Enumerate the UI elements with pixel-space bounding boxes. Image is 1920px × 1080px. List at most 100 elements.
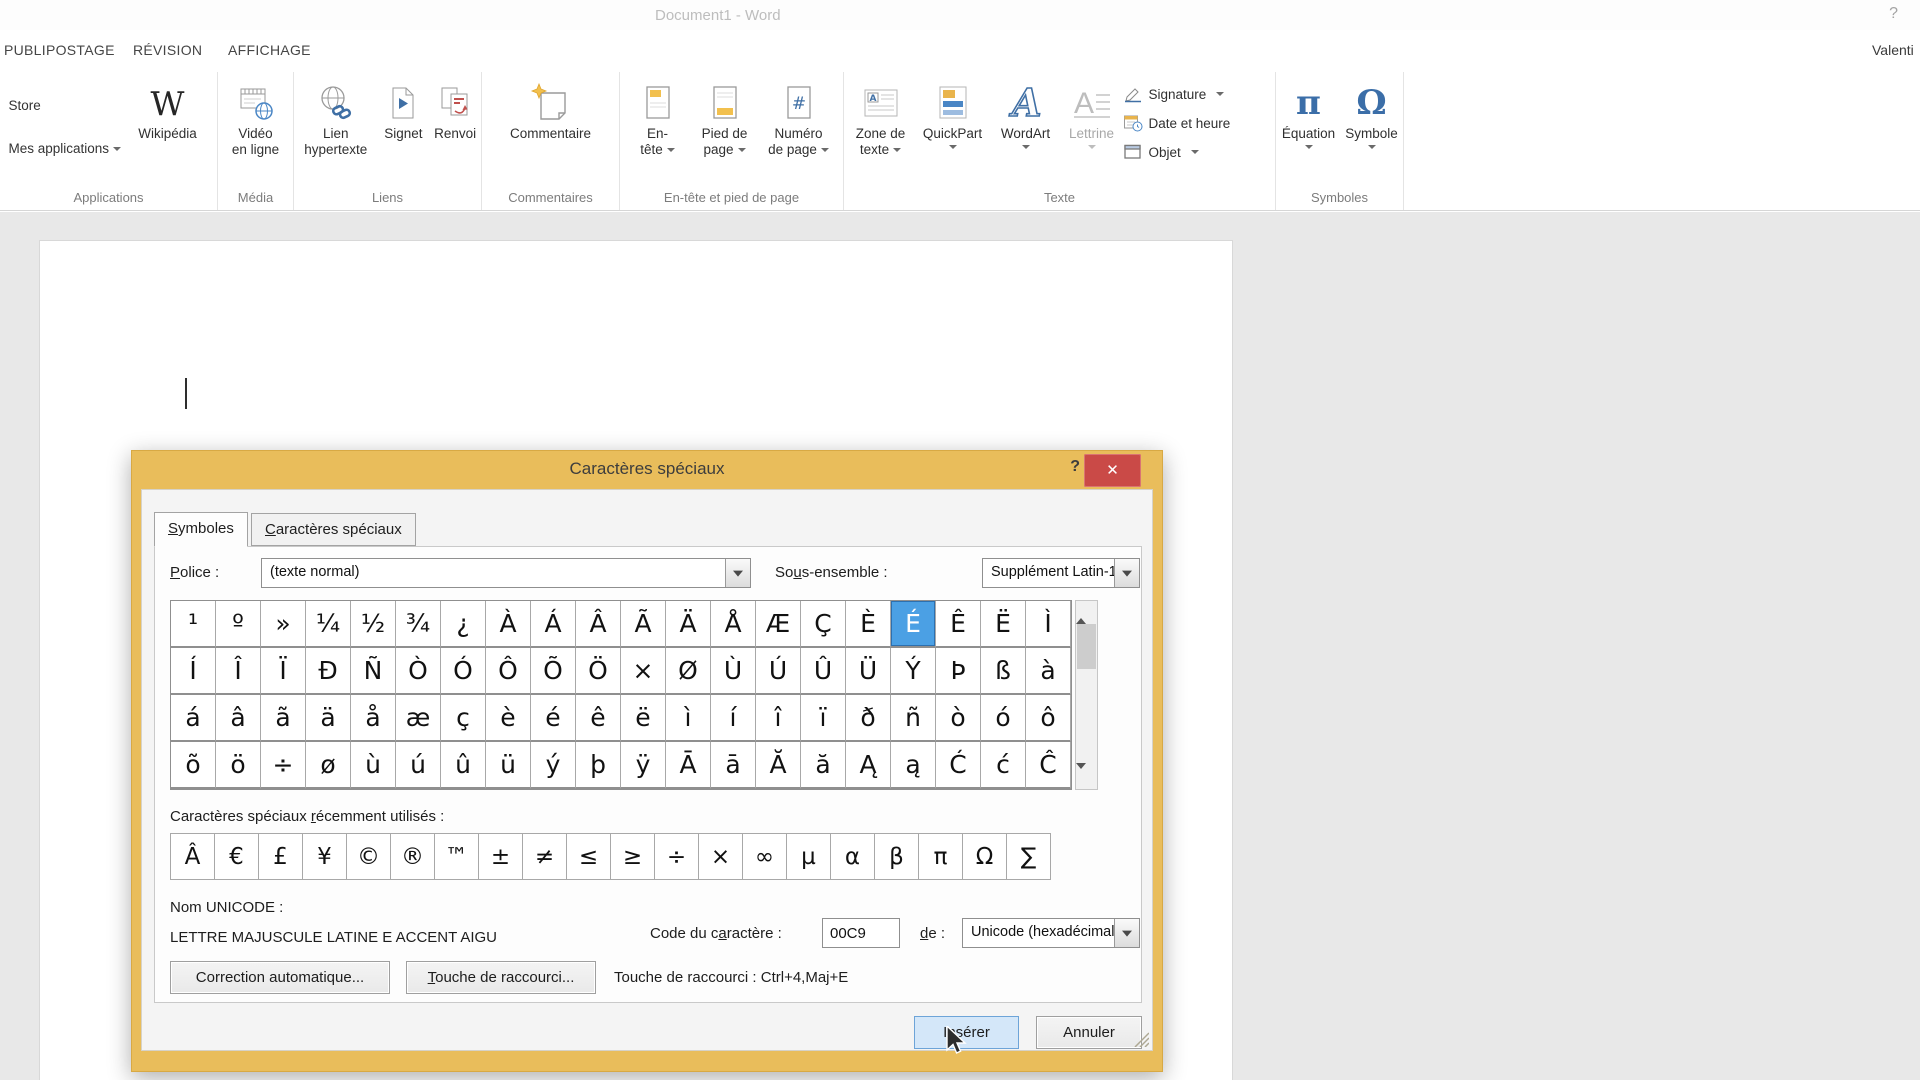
symbol-cell[interactable]: Ö: [576, 648, 621, 695]
recent-symbol-cell[interactable]: ×: [698, 833, 743, 880]
combo-arrow-icon[interactable]: [1114, 919, 1139, 947]
symbol-cell[interactable]: è: [486, 695, 531, 742]
symbol-cell[interactable]: ×: [621, 648, 666, 695]
recent-symbol-cell[interactable]: α: [830, 833, 875, 880]
resize-grip[interactable]: [1131, 1029, 1149, 1047]
symbol-cell[interactable]: »: [261, 601, 306, 648]
symbol-button[interactable]: Ω Symbole: [1341, 78, 1403, 149]
symbol-cell[interactable]: Ð: [306, 648, 351, 695]
recent-symbol-cell[interactable]: ≠: [522, 833, 567, 880]
symbol-cell[interactable]: ß: [981, 648, 1026, 695]
recent-symbol-cell[interactable]: ©: [346, 833, 391, 880]
symbol-cell[interactable]: ï: [801, 695, 846, 742]
symbol-cell[interactable]: í: [711, 695, 756, 742]
symbol-cell[interactable]: ½: [351, 601, 396, 648]
symbol-cell[interactable]: ¿: [441, 601, 486, 648]
symbol-cell[interactable]: õ: [171, 742, 216, 789]
symbol-cell[interactable]: Ë: [981, 601, 1026, 648]
symbol-cell[interactable]: ă: [801, 742, 846, 789]
symbol-cell[interactable]: Ú: [756, 648, 801, 695]
recent-symbol-cell[interactable]: ≤: [566, 833, 611, 880]
symbol-cell[interactable]: Ĉ: [1026, 742, 1071, 789]
tab-revision[interactable]: RÉVISION: [133, 42, 202, 58]
cancel-button[interactable]: Annuler: [1036, 1016, 1142, 1049]
symbol-cell[interactable]: ù: [351, 742, 396, 789]
bookmark-button[interactable]: Signet: [378, 78, 430, 142]
symbol-cell[interactable]: É: [891, 601, 936, 648]
signature-button[interactable]: Signature: [1123, 82, 1273, 106]
symbol-cell[interactable]: ÷: [261, 742, 306, 789]
symbol-cell[interactable]: å: [351, 695, 396, 742]
symbol-cell[interactable]: ø: [306, 742, 351, 789]
symbol-cell[interactable]: Ă: [756, 742, 801, 789]
recent-symbol-cell[interactable]: ¥: [302, 833, 347, 880]
symbol-cell[interactable]: ą: [891, 742, 936, 789]
text-box-button[interactable]: A Zone de texte: [847, 78, 915, 158]
recent-symbol-cell[interactable]: £: [258, 833, 303, 880]
wikipedia-button[interactable]: W Wikipédia: [123, 78, 213, 142]
drop-cap-button[interactable]: A Lettrine: [1061, 78, 1123, 149]
wordart-button[interactable]: A WordArt: [991, 78, 1061, 149]
scrollbar-thumb[interactable]: [1077, 624, 1096, 669]
symbol-cell[interactable]: Ý: [891, 648, 936, 695]
symbol-cell[interactable]: Ã: [621, 601, 666, 648]
symbol-cell[interactable]: ¾: [396, 601, 441, 648]
dialog-help-icon[interactable]: ?: [1070, 458, 1080, 476]
symbol-cell[interactable]: Ä: [666, 601, 711, 648]
symbol-cell[interactable]: Á: [531, 601, 576, 648]
symbol-cell[interactable]: ê: [576, 695, 621, 742]
symbol-cell[interactable]: ć: [981, 742, 1026, 789]
symbol-cell[interactable]: Ù: [711, 648, 756, 695]
subset-combobox[interactable]: Supplément Latin-1: [982, 558, 1140, 588]
symbol-cell[interactable]: ó: [981, 695, 1026, 742]
symbol-cell[interactable]: â: [216, 695, 261, 742]
symbol-cell[interactable]: Ć: [936, 742, 981, 789]
recent-symbol-cell[interactable]: π: [918, 833, 963, 880]
scroll-up-icon[interactable]: [1076, 601, 1097, 624]
recent-symbol-cell[interactable]: ÷: [654, 833, 699, 880]
object-button[interactable]: Objet: [1123, 140, 1273, 164]
symbol-cell[interactable]: ò: [936, 695, 981, 742]
symbol-cell[interactable]: Ü: [846, 648, 891, 695]
header-button[interactable]: En- tête: [627, 78, 689, 158]
recent-symbol-cell[interactable]: ™: [434, 833, 479, 880]
recent-symbol-cell[interactable]: ±: [478, 833, 523, 880]
equation-button[interactable]: π Équation: [1277, 78, 1341, 149]
symbol-cell[interactable]: Ò: [396, 648, 441, 695]
symbol-cell[interactable]: º: [216, 601, 261, 648]
symbol-cell[interactable]: î: [756, 695, 801, 742]
symbol-cell[interactable]: ð: [846, 695, 891, 742]
symbol-cell[interactable]: Ô: [486, 648, 531, 695]
symbol-cell[interactable]: ÿ: [621, 742, 666, 789]
symbol-cell[interactable]: é: [531, 695, 576, 742]
recent-symbol-cell[interactable]: ∑: [1006, 833, 1051, 880]
autocorrect-button[interactable]: Correction automatique...: [170, 961, 390, 994]
symbol-cell[interactable]: ö: [216, 742, 261, 789]
mes-applications-button[interactable]: Mes applications: [9, 141, 123, 156]
tab-publipostage[interactable]: PUBLIPOSTAGE: [4, 42, 115, 58]
cross-reference-button[interactable]: Renvoi: [429, 78, 481, 142]
recent-symbol-cell[interactable]: ≥: [610, 833, 655, 880]
symbol-cell[interactable]: û: [441, 742, 486, 789]
shortcut-key-button[interactable]: Touche de raccourci...: [406, 961, 596, 994]
symbol-cell[interactable]: þ: [576, 742, 621, 789]
symbol-cell[interactable]: Ā: [666, 742, 711, 789]
symbol-cell[interactable]: ¼: [306, 601, 351, 648]
font-combobox[interactable]: (texte normal): [261, 558, 751, 588]
symbol-cell[interactable]: Í: [171, 648, 216, 695]
symbol-cell[interactable]: ñ: [891, 695, 936, 742]
recent-symbol-cell[interactable]: Ω: [962, 833, 1007, 880]
online-video-button[interactable]: Vidéo en ligne: [220, 78, 292, 158]
recent-symbol-cell[interactable]: µ: [786, 833, 831, 880]
dialog-tab-symboles[interactable]: Symboles: [154, 512, 248, 547]
help-icon[interactable]: ?: [1889, 5, 1898, 23]
symbol-cell[interactable]: ú: [396, 742, 441, 789]
symbol-cell[interactable]: Â: [576, 601, 621, 648]
symbol-cell[interactable]: ç: [441, 695, 486, 742]
symbol-cell[interactable]: Ą: [846, 742, 891, 789]
symbol-cell[interactable]: Ñ: [351, 648, 396, 695]
character-code-input[interactable]: [822, 918, 900, 948]
combo-arrow-icon[interactable]: [725, 559, 750, 587]
recent-symbol-cell[interactable]: €: [214, 833, 259, 880]
symbol-cell[interactable]: Û: [801, 648, 846, 695]
